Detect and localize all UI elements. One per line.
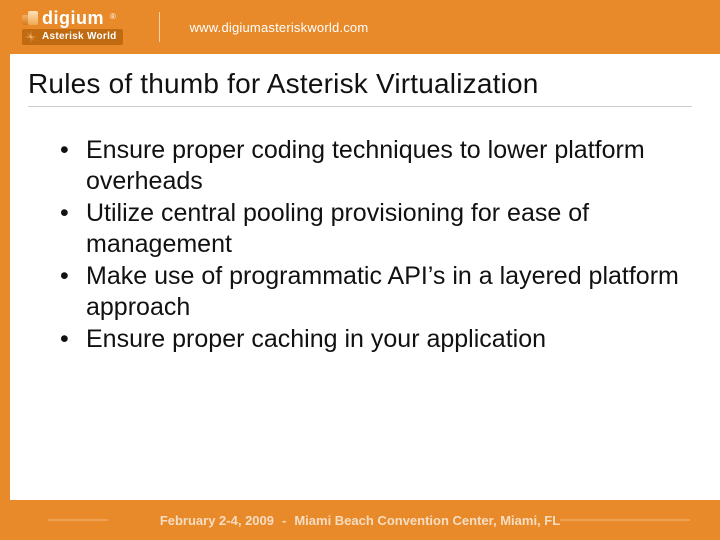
brand-block: digium ® Asterisk World [22,9,123,45]
footer-text: February 2-4, 2009 - Miami Beach Convent… [160,513,560,528]
bullet-list: Ensure proper coding techniques to lower… [28,135,692,355]
site-url: www.digiumasteriskworld.com [190,20,369,35]
footer-venue: Miami Beach Convention Center, Miami, FL [294,513,560,528]
footer-rule-left [48,520,108,521]
header: digium ® Asterisk World www.digiumasteri… [0,0,720,54]
digium-logo-icon [22,11,38,27]
footer-dates: February 2-4, 2009 [160,513,274,528]
sub-brand-text: Asterisk World [42,32,117,42]
asterisk-starburst-icon [24,30,38,44]
brand-row: digium ® [22,9,116,27]
registered-mark: ® [110,13,116,21]
slide-title: Rules of thumb for Asterisk Virtualizati… [28,68,692,107]
brand-word: digium [42,9,104,27]
frame-left [0,0,10,540]
content-card: Rules of thumb for Asterisk Virtualizati… [10,54,720,500]
header-divider [159,12,160,42]
list-item: Make use of programmatic API’s in a laye… [60,261,682,322]
slide-body: Rules of thumb for Asterisk Virtualizati… [10,54,720,500]
sub-brand-pill: Asterisk World [22,29,123,45]
footer-rule-right [560,520,690,521]
list-item: Utilize central pooling provisioning for… [60,198,682,259]
footer: February 2-4, 2009 - Miami Beach Convent… [0,500,720,540]
footer-separator: - [282,513,286,528]
list-item: Ensure proper coding techniques to lower… [60,135,682,196]
list-item: Ensure proper caching in your applicatio… [60,324,682,355]
